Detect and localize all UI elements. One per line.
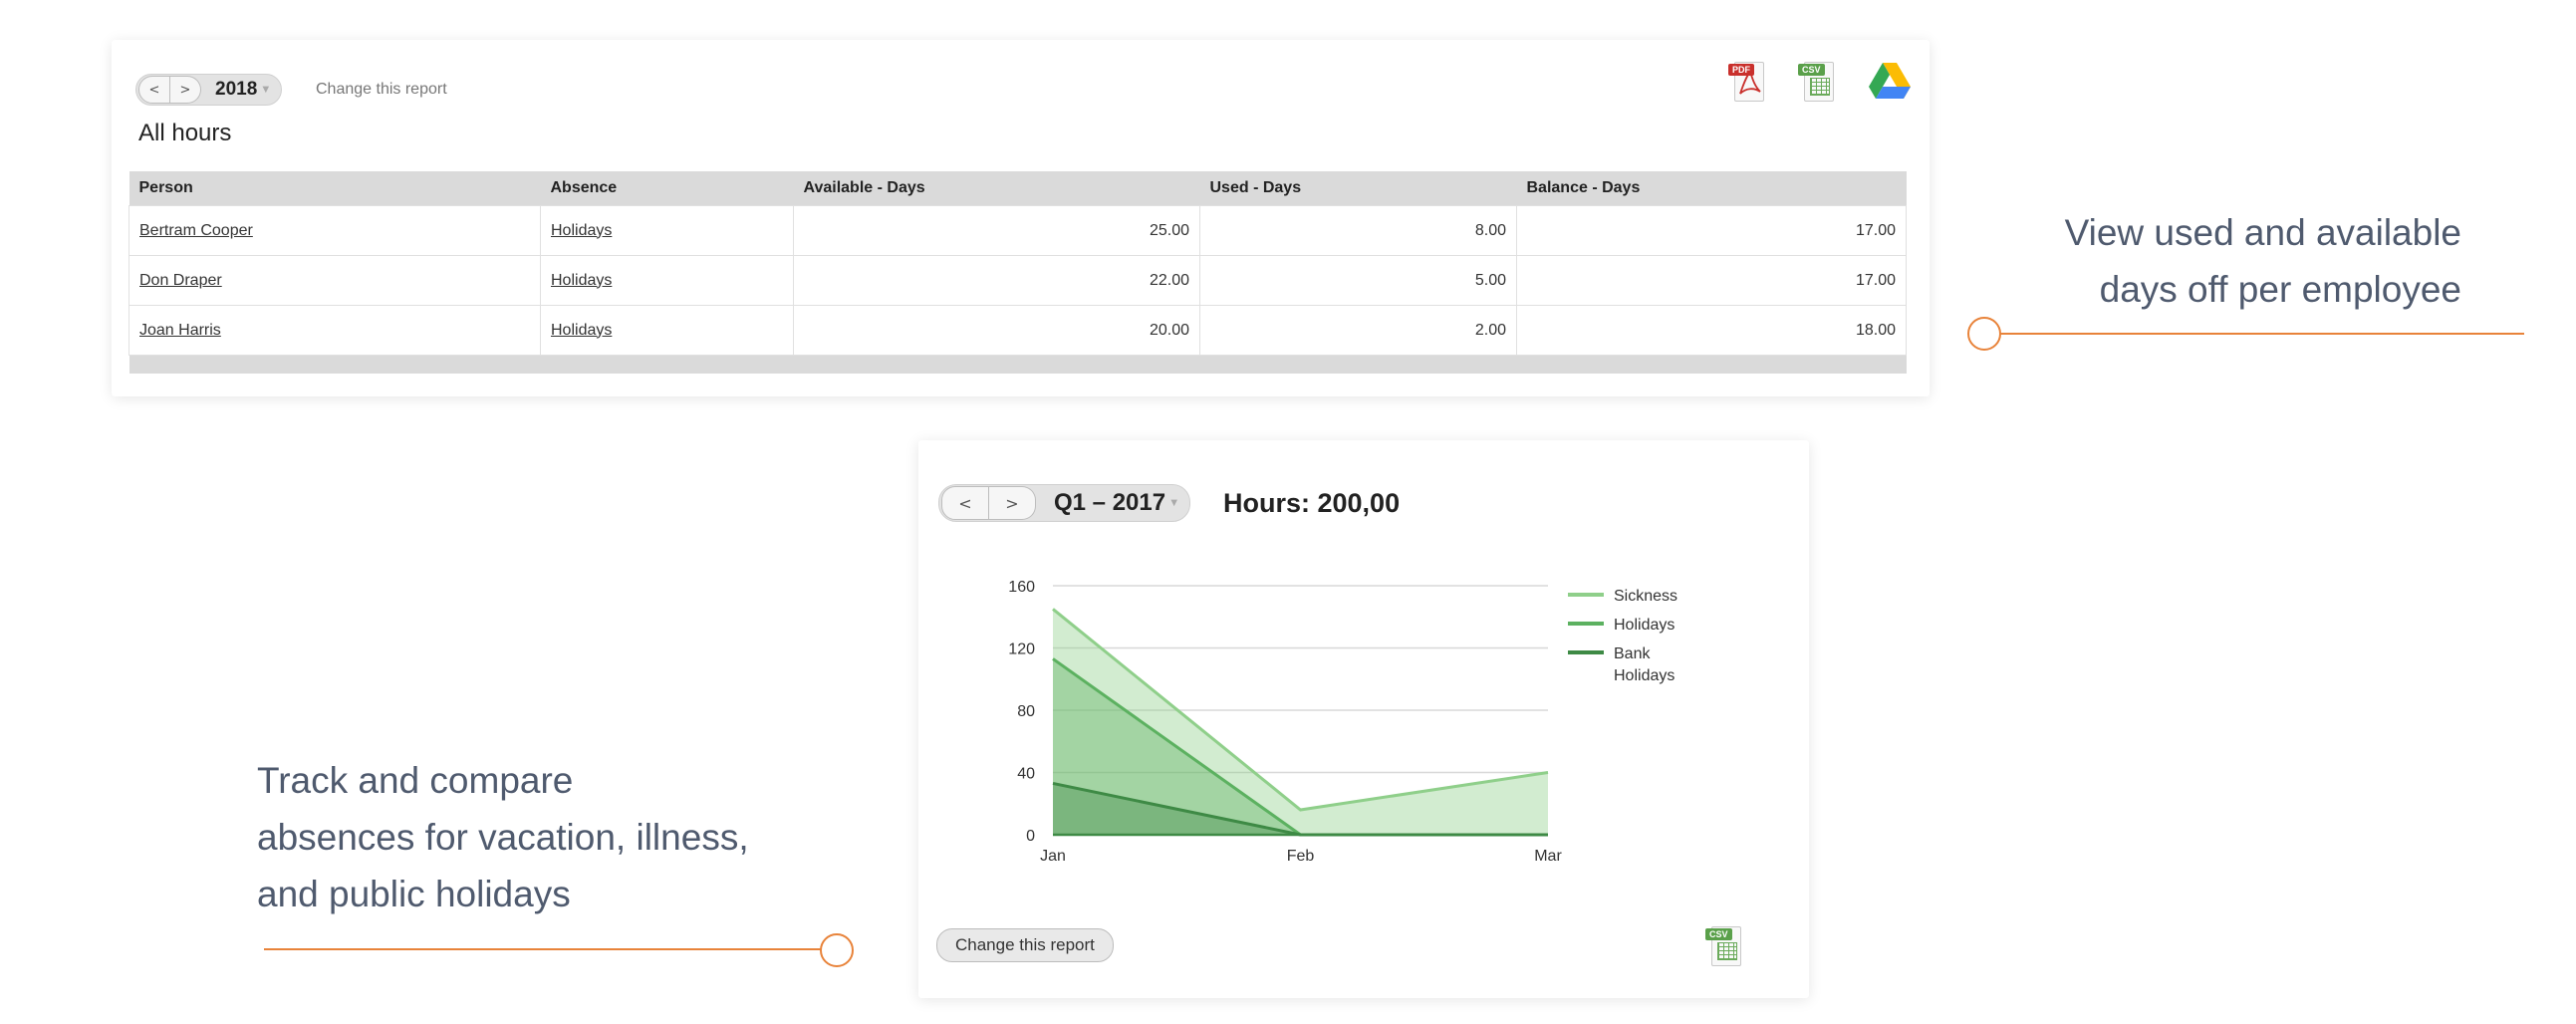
absence-cell: Holidays bbox=[540, 305, 794, 356]
csv-tag: CSV bbox=[1798, 64, 1825, 76]
available-days-cell: 20.00 bbox=[793, 305, 1200, 356]
available-days-cell: 25.00 bbox=[793, 205, 1200, 256]
used-days-cell: 2.00 bbox=[1199, 305, 1517, 356]
export-icons: PDF CSV bbox=[1728, 60, 1911, 102]
callout-connector-line bbox=[264, 948, 822, 950]
y-tick-label: 80 bbox=[1017, 703, 1035, 720]
table-row: Bertram Cooper Holidays 25.00 8.00 17.00 bbox=[129, 205, 1907, 256]
available-days-cell: 22.00 bbox=[793, 255, 1200, 306]
absence-link[interactable]: Holidays bbox=[551, 272, 612, 289]
absence-chart-panel: < > Q1 – 2017 ▼ Hours: 200,00 0 40 80 120 16… bbox=[918, 440, 1809, 998]
person-link[interactable]: Joan Harris bbox=[139, 322, 221, 339]
compare-absences-callout: Track and compare absences for vacation,… bbox=[257, 752, 855, 922]
drive-logo bbox=[1869, 63, 1911, 99]
previous-period-button[interactable]: < bbox=[138, 76, 170, 104]
y-tick-label: 120 bbox=[1008, 641, 1035, 658]
y-tick-label: 0 bbox=[1026, 828, 1035, 845]
column-header-person[interactable]: Person bbox=[129, 171, 541, 206]
person-link[interactable]: Don Draper bbox=[139, 272, 222, 289]
absence-cell: Holidays bbox=[540, 205, 794, 256]
callout-dot bbox=[820, 933, 854, 967]
table-footer-bar bbox=[129, 355, 1907, 374]
absence-cell: Holidays bbox=[540, 255, 794, 306]
pdf-tag: PDF bbox=[1728, 64, 1754, 76]
absence-link[interactable]: Holidays bbox=[551, 322, 612, 339]
period-selector[interactable]: < > 2018 ▼ bbox=[135, 74, 283, 106]
person-cell: Don Draper bbox=[129, 255, 541, 306]
callout-line: and public holidays bbox=[257, 874, 571, 914]
absence-area-chart: 0 40 80 120 160 Jan Feb Mar Sickness Holidays Bank… bbox=[1008, 579, 1677, 865]
table-row: Joan Harris Holidays 20.00 2.00 18.00 bbox=[129, 305, 1907, 356]
person-cell: Joan Harris bbox=[129, 305, 541, 356]
csv-export-icon[interactable]: CSV bbox=[1798, 60, 1836, 102]
x-tick-label: Feb bbox=[1287, 848, 1315, 865]
csv-export-icon[interactable]: CSV bbox=[1705, 924, 1743, 966]
hours-table: Person Absence Available - Days Used - D… bbox=[129, 171, 1907, 374]
y-tick-label: 40 bbox=[1017, 766, 1035, 783]
legend-label: Bank Holidays bbox=[1614, 645, 1674, 684]
column-header-used[interactable]: Used - Days bbox=[1199, 171, 1517, 206]
legend-label: Sickness bbox=[1614, 588, 1677, 605]
x-tick-label: Mar bbox=[1534, 848, 1562, 865]
used-days-cell: 5.00 bbox=[1199, 255, 1517, 306]
report-title: All hours bbox=[138, 120, 232, 146]
used-available-callout: View used and available days off per emp… bbox=[1943, 204, 2461, 318]
csv-tag: CSV bbox=[1705, 928, 1732, 940]
x-tick-label: Jan bbox=[1040, 848, 1066, 865]
person-link[interactable]: Bertram Cooper bbox=[139, 222, 253, 239]
csv-grid-shape bbox=[1810, 78, 1830, 96]
google-drive-icon[interactable] bbox=[1868, 60, 1911, 102]
column-header-available[interactable]: Available - Days bbox=[793, 171, 1200, 206]
balance-days-cell: 17.00 bbox=[1516, 255, 1907, 306]
table-footer-row bbox=[129, 355, 1907, 374]
change-report-link[interactable]: Change this report bbox=[316, 81, 447, 99]
y-tick-label: 160 bbox=[1008, 579, 1035, 596]
balance-days-cell: 17.00 bbox=[1516, 205, 1907, 256]
period-label[interactable]: 2018 bbox=[215, 79, 257, 101]
all-hours-report: < > 2018 ▼ Change this report All hours … bbox=[112, 40, 1930, 396]
change-report-button[interactable]: Change this report bbox=[936, 928, 1114, 962]
callout-line: days off per employee bbox=[2099, 269, 2461, 310]
table-header-row: Person Absence Available - Days Used - D… bbox=[129, 171, 1907, 206]
column-header-absence[interactable]: Absence bbox=[540, 171, 794, 206]
csv-grid-shape bbox=[1717, 942, 1737, 960]
column-header-balance[interactable]: Balance - Days bbox=[1516, 171, 1907, 206]
used-days-cell: 8.00 bbox=[1199, 205, 1517, 256]
table-row: Don Draper Holidays 22.00 5.00 17.00 bbox=[129, 255, 1907, 306]
balance-days-cell: 18.00 bbox=[1516, 305, 1907, 356]
callout-line: Track and compare bbox=[257, 760, 574, 801]
absence-link[interactable]: Holidays bbox=[551, 222, 612, 239]
callout-line: absences for vacation, illness, bbox=[257, 817, 749, 858]
callout-connector-line bbox=[1998, 333, 2524, 335]
pdf-export-icon[interactable]: PDF bbox=[1728, 60, 1766, 102]
caret-down-icon[interactable]: ▼ bbox=[260, 84, 271, 96]
callout-dot bbox=[1967, 317, 2001, 351]
legend-label: Holidays bbox=[1614, 617, 1674, 634]
callout-line: View used and available bbox=[2064, 212, 2461, 253]
next-period-button[interactable]: > bbox=[170, 76, 201, 104]
person-cell: Bertram Cooper bbox=[129, 205, 541, 256]
